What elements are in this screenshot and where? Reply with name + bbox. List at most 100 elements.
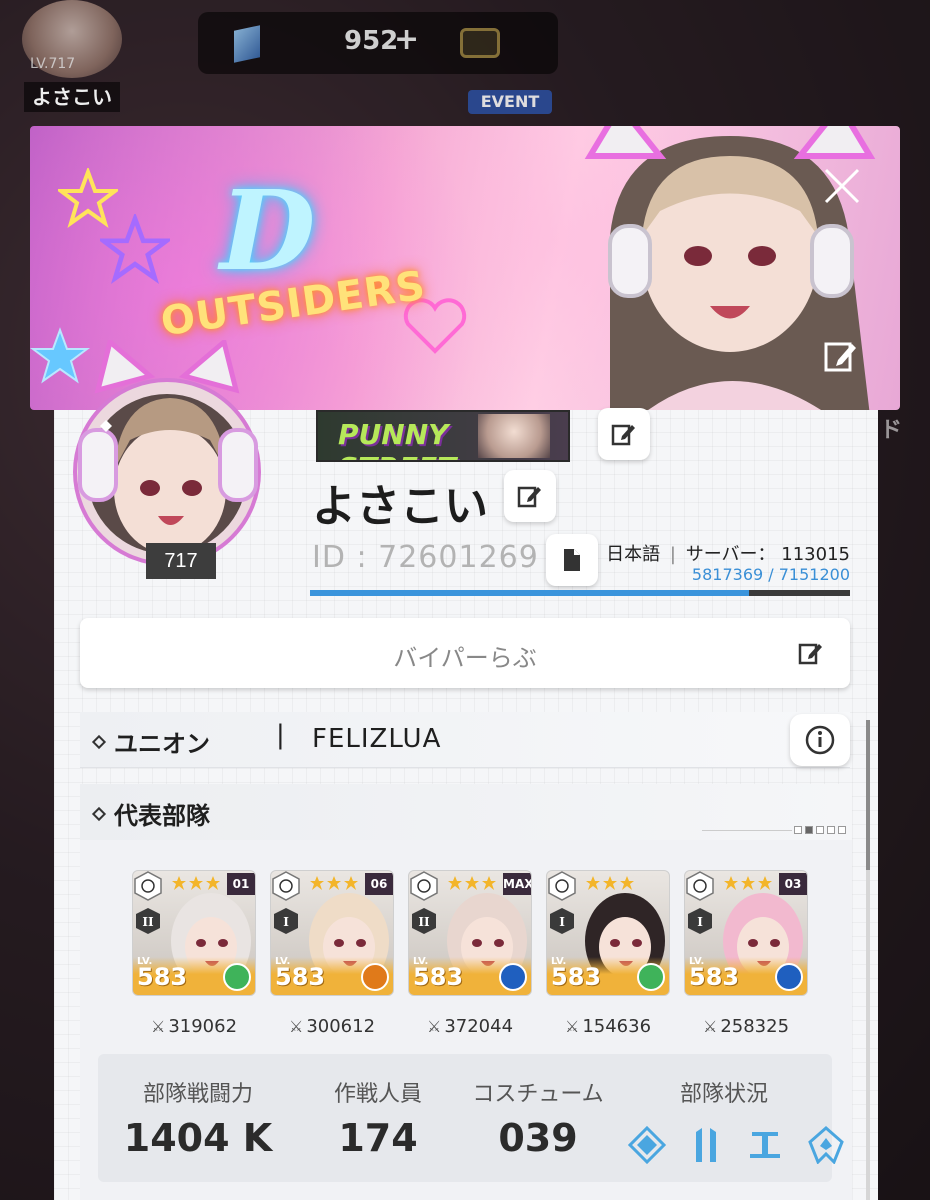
union-info-button[interactable] <box>790 714 850 766</box>
unit-card[interactable]: II 01 LV. 583 <box>132 870 256 996</box>
close-icon[interactable] <box>820 164 864 208</box>
unit-burst-text: I <box>283 915 289 929</box>
unit-level: 583 <box>413 963 464 991</box>
water-element-icon <box>499 963 527 991</box>
diamond-icon <box>91 806 107 822</box>
diamond-icon <box>91 734 107 750</box>
top-hud: LV.717 よさこい 952 + EVENT <box>0 0 930 120</box>
unit-rank: MAX <box>503 873 531 895</box>
unit-level: 583 <box>551 963 602 991</box>
sword-icon: ⚔ <box>702 1017 718 1036</box>
union-name: FELIZLUA <box>312 724 442 754</box>
status-icons <box>628 1126 844 1164</box>
members-value: 174 <box>338 1116 418 1160</box>
unit-level: 583 <box>275 963 326 991</box>
unit-class-icon <box>272 871 300 901</box>
members-stat: 作戦人員 174 <box>308 1076 448 1160</box>
unit-card[interactable]: I LV. 583 <box>546 870 670 996</box>
unit-burst-icon: II <box>412 908 436 934</box>
sword-icon: ⚔ <box>288 1017 304 1036</box>
gem-count: 952 <box>344 26 399 56</box>
unit-burst-icon: II <box>136 908 160 934</box>
unit-power: ⚔ 319062 <box>132 1016 256 1037</box>
avatar-level-badge: 717 <box>146 543 216 579</box>
combat-power-label: 部隊戦闘力 <box>142 1082 253 1107</box>
player-id: ID : 72601269 <box>312 540 539 575</box>
unit-card[interactable]: I 03 LV. 583 <box>684 870 808 996</box>
unit-level: 583 <box>689 963 740 991</box>
union-label: ユニオン <box>91 724 210 759</box>
add-gems-button[interactable]: + <box>394 22 419 57</box>
server-info: 日本語 | サーバー： 113015 <box>606 540 850 566</box>
currency-bar: 952 + <box>198 12 558 74</box>
squad-divider <box>702 830 792 831</box>
squad-header: 代表部隊 <box>80 784 852 840</box>
costume-stat: コスチューム 039 <box>458 1076 618 1160</box>
unit-card[interactable]: I 06 LV. 583 <box>270 870 394 996</box>
page-dot <box>794 826 802 834</box>
unit-power: ⚔ 258325 <box>684 1016 808 1037</box>
squad-page-indicator <box>794 826 846 834</box>
fire-element-icon <box>361 963 389 991</box>
nameplate[interactable]: PUNNY STREET <box>316 410 570 462</box>
unit-stars-icon <box>448 876 496 890</box>
diamond-grid-icon <box>628 1126 666 1164</box>
unit-burst-text: II <box>142 915 154 929</box>
ticket-icon[interactable] <box>460 28 500 58</box>
combat-power-stat: 部隊戦闘力 1404 K <box>118 1076 278 1160</box>
unit-rank: 01 <box>227 873 255 895</box>
banner-logo-letter: D <box>220 166 316 295</box>
scrollbar-thumb[interactable] <box>866 720 870 870</box>
unit-power: ⚔ 154636 <box>546 1016 670 1037</box>
shield-icon <box>808 1126 844 1164</box>
edit-banner-icon[interactable] <box>820 336 860 376</box>
squad-panel: 代表部隊 II 01 LV. 583 ⚔ 319062 I 06 LV. 583… <box>80 784 852 1200</box>
unit-class-icon <box>686 871 714 901</box>
edit-comment-icon[interactable] <box>798 640 824 666</box>
unit-burst-icon: I <box>550 908 574 934</box>
server-separator: | <box>669 544 676 565</box>
combat-power-value: 1404 K <box>123 1116 273 1160</box>
costume-label: コスチューム <box>472 1082 604 1107</box>
costume-value: 039 <box>498 1116 578 1160</box>
squad-unit[interactable]: II 01 LV. 583 ⚔ 319062 <box>132 870 256 1048</box>
unit-power: ⚔ 372044 <box>408 1016 532 1037</box>
scrollbar[interactable] <box>866 720 870 1200</box>
unit-class-icon <box>134 871 162 901</box>
unit-card[interactable]: II MAX LV. 583 <box>408 870 532 996</box>
edit-icon <box>611 424 635 446</box>
unit-stars-icon <box>310 876 358 890</box>
exp-bar-fill <box>310 590 750 596</box>
event-badge[interactable]: EVENT <box>468 90 552 114</box>
language-label: 日本語 <box>606 544 661 565</box>
page-dot <box>838 826 846 834</box>
unit-rank: 03 <box>779 873 807 895</box>
page-dot-active <box>805 826 813 834</box>
copy-id-button[interactable] <box>546 534 598 586</box>
edit-nameplate-button[interactable] <box>598 408 650 460</box>
copy-icon <box>564 549 580 571</box>
edit-icon <box>517 486 541 508</box>
i-beam-icon <box>750 1132 780 1158</box>
unit-stars-icon <box>724 876 772 890</box>
bars-icon <box>696 1128 716 1162</box>
unit-rank: 06 <box>365 873 393 895</box>
star-icon <box>100 214 170 284</box>
edit-name-button[interactable] <box>504 470 556 522</box>
unit-power: ⚔ 300612 <box>270 1016 394 1037</box>
squad-unit[interactable]: I LV. 583 ⚔ 154636 <box>546 870 670 1048</box>
bg-fragment: ド <box>880 418 903 443</box>
sword-icon: ⚔ <box>150 1017 166 1036</box>
unit-power-value: 154636 <box>582 1016 652 1037</box>
squad-unit[interactable]: I 03 LV. 583 ⚔ 258325 <box>684 870 808 1048</box>
squad-unit[interactable]: II MAX LV. 583 ⚔ 372044 <box>408 870 532 1048</box>
nameplate-portrait <box>478 414 550 458</box>
union-label-text: ユニオン <box>114 730 210 758</box>
status-label: 部隊状況 <box>679 1082 768 1107</box>
server-id: 113015 <box>781 544 850 565</box>
unit-class-icon <box>548 871 576 901</box>
squad-unit[interactable]: I 06 LV. 583 ⚔ 300612 <box>270 870 394 1048</box>
members-label: 作戦人員 <box>333 1082 422 1107</box>
profile-comment-box[interactable]: バイパーらぶ <box>80 618 850 688</box>
unit-stars-icon <box>586 876 634 890</box>
